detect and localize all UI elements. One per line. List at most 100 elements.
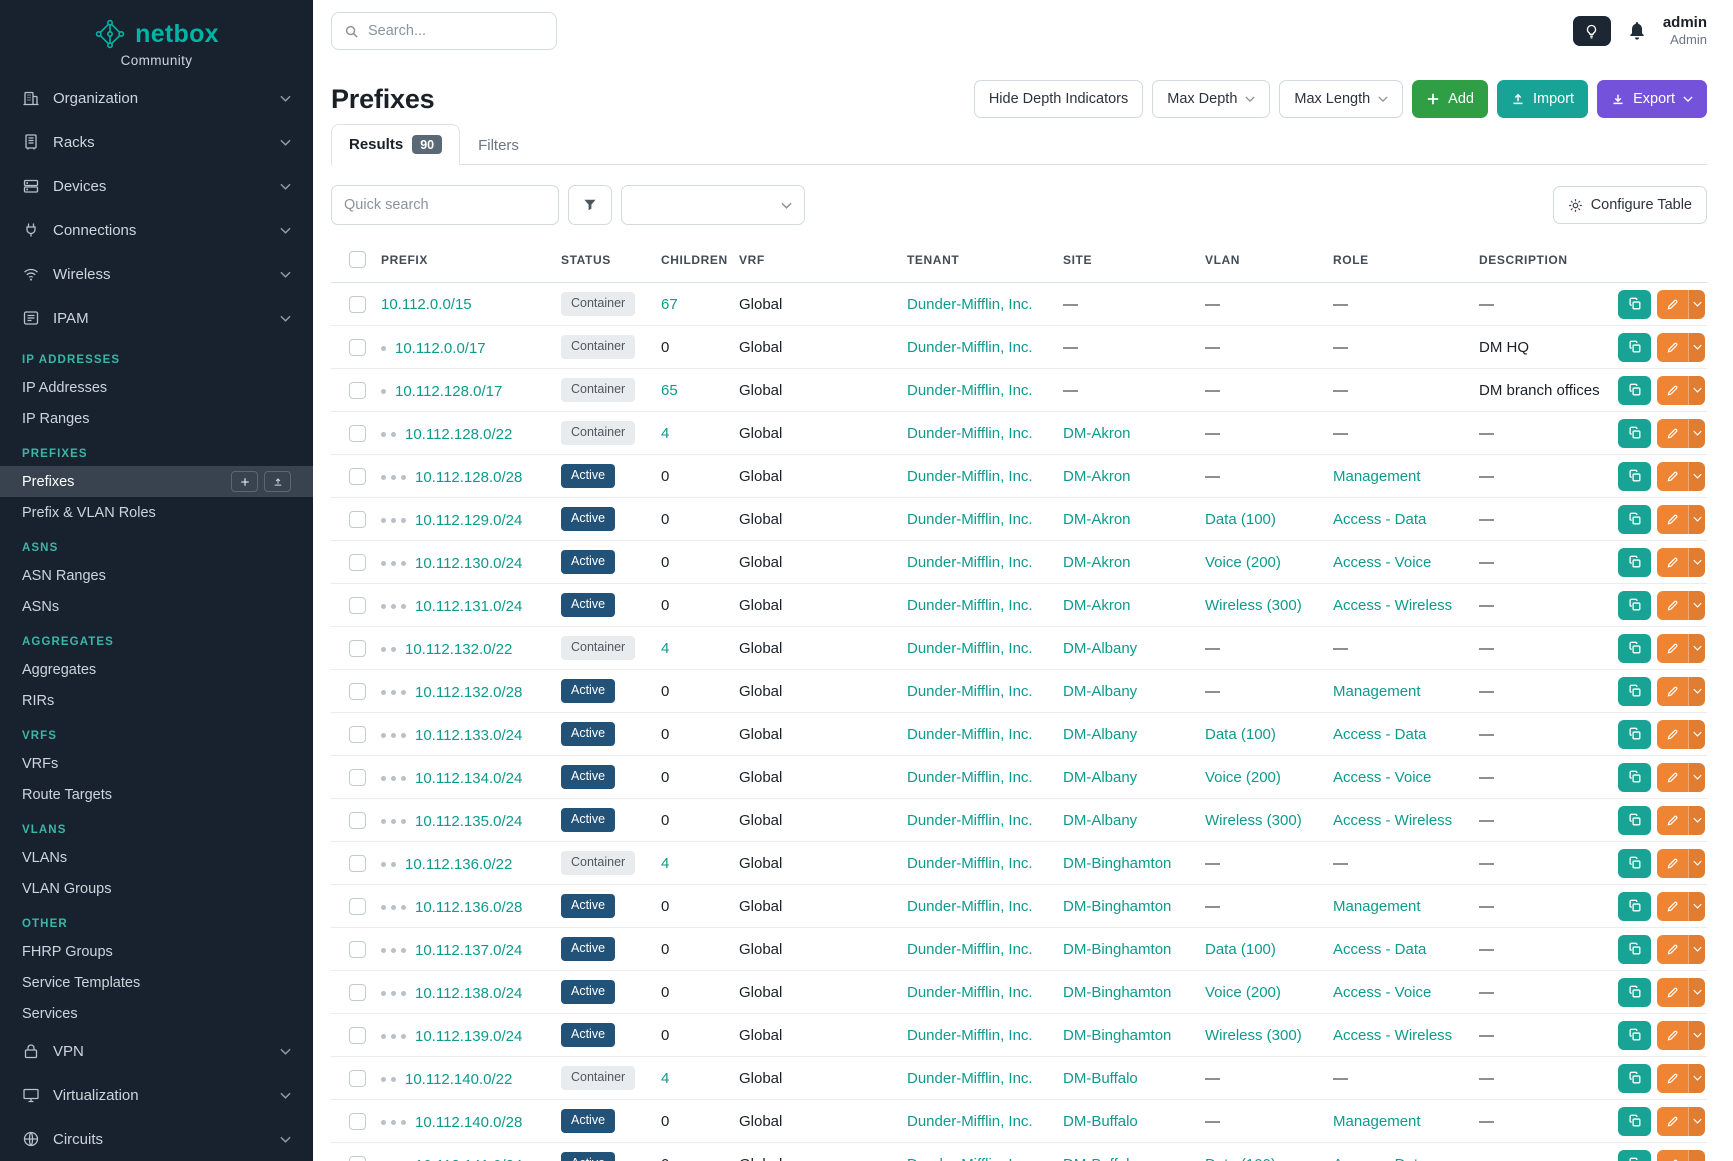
copy-button[interactable] [1618, 849, 1651, 878]
copy-button[interactable] [1618, 1107, 1651, 1136]
sidebar-item-aggregates[interactable]: Aggregates [0, 654, 313, 685]
sidebar-item-services[interactable]: Services [0, 998, 313, 1029]
row-checkbox[interactable] [349, 812, 366, 829]
tenant-link[interactable]: Dunder-Mifflin, Inc. [907, 769, 1033, 786]
prefix-link[interactable]: 10.112.0.0/15 [381, 296, 472, 313]
tenant-link[interactable]: Dunder-Mifflin, Inc. [907, 812, 1033, 829]
copy-button[interactable] [1618, 505, 1651, 534]
site-link[interactable]: DM-Albany [1063, 812, 1137, 829]
sidebar-item-circuits[interactable]: Circuits [0, 1117, 313, 1161]
brand[interactable]: netbox Community [0, 0, 313, 76]
sidebar-item-vlans[interactable]: VLANs [0, 842, 313, 873]
tab-results[interactable]: Results 90 [331, 124, 460, 165]
tenant-link[interactable]: Dunder-Mifflin, Inc. [907, 511, 1033, 528]
tenant-link[interactable]: Dunder-Mifflin, Inc. [907, 554, 1033, 571]
vlan-link[interactable]: Data (100) [1205, 941, 1276, 958]
row-checkbox[interactable] [349, 511, 366, 528]
edit-dropdown-caret[interactable] [1688, 634, 1705, 663]
column-header-role[interactable]: ROLE [1323, 235, 1469, 283]
site-link[interactable]: DM-Binghamton [1063, 941, 1171, 958]
role-link[interactable]: Management [1333, 1113, 1421, 1130]
saved-filter-select[interactable] [621, 185, 805, 225]
tenant-link[interactable]: Dunder-Mifflin, Inc. [907, 640, 1033, 657]
site-link[interactable]: DM-Akron [1063, 425, 1131, 442]
sidebar-item-service-templates[interactable]: Service Templates [0, 967, 313, 998]
theme-toggle-button[interactable] [1573, 16, 1611, 46]
role-link[interactable]: Access - Data [1333, 511, 1426, 528]
role-link[interactable]: Access - Wireless [1333, 1027, 1452, 1044]
column-header-description[interactable]: DESCRIPTION [1469, 235, 1603, 283]
vlan-link[interactable]: Wireless (300) [1205, 1027, 1302, 1044]
tenant-link[interactable]: Dunder-Mifflin, Inc. [907, 1113, 1033, 1130]
copy-button[interactable] [1618, 333, 1651, 362]
children-count-link[interactable]: 4 [661, 425, 669, 442]
sidebar-item-fhrp-groups[interactable]: FHRP Groups [0, 936, 313, 967]
column-header-children[interactable]: CHILDREN [651, 235, 729, 283]
sidebar-item-vlan-groups[interactable]: VLAN Groups [0, 873, 313, 904]
copy-button[interactable] [1618, 806, 1651, 835]
copy-button[interactable] [1618, 763, 1651, 792]
tenant-link[interactable]: Dunder-Mifflin, Inc. [907, 339, 1033, 356]
quick-import-button[interactable] [264, 471, 291, 492]
copy-button[interactable] [1618, 376, 1651, 405]
sidebar-item-prefix-vlan-roles[interactable]: Prefix & VLAN Roles [0, 497, 313, 528]
site-link[interactable]: DM-Buffalo [1063, 1156, 1138, 1161]
prefix-link[interactable]: 10.112.133.0/24 [415, 727, 522, 744]
site-link[interactable]: DM-Binghamton [1063, 855, 1171, 872]
prefix-link[interactable]: 10.112.128.0/17 [395, 383, 502, 400]
configure-table-button[interactable]: Configure Table [1553, 186, 1707, 224]
row-checkbox[interactable] [349, 769, 366, 786]
edit-button[interactable] [1657, 935, 1688, 964]
prefix-link[interactable]: 10.112.132.0/22 [405, 641, 512, 658]
site-link[interactable]: DM-Albany [1063, 769, 1137, 786]
copy-button[interactable] [1618, 419, 1651, 448]
prefix-link[interactable]: 10.112.135.0/24 [415, 813, 522, 830]
global-search-input[interactable] [368, 23, 544, 39]
copy-button[interactable] [1618, 290, 1651, 319]
column-header-tenant[interactable]: TENANT [897, 235, 1053, 283]
row-checkbox[interactable] [349, 296, 366, 313]
vlan-link[interactable]: Voice (200) [1205, 554, 1281, 571]
max-depth-dropdown[interactable]: Max Depth [1152, 80, 1270, 118]
prefix-link[interactable]: 10.112.132.0/28 [415, 684, 522, 701]
export-button[interactable]: Export [1597, 80, 1707, 118]
edit-dropdown-caret[interactable] [1688, 290, 1705, 319]
copy-button[interactable] [1618, 462, 1651, 491]
sidebar-item-organization[interactable]: Organization [0, 76, 313, 120]
prefix-link[interactable]: 10.112.134.0/24 [415, 770, 522, 787]
edit-button[interactable] [1657, 677, 1688, 706]
prefix-link[interactable]: 10.112.0.0/17 [395, 340, 486, 357]
copy-button[interactable] [1618, 978, 1651, 1007]
edit-dropdown-caret[interactable] [1688, 763, 1705, 792]
copy-button[interactable] [1618, 634, 1651, 663]
children-count-link[interactable]: 4 [661, 855, 669, 872]
select-all-checkbox[interactable] [349, 251, 366, 268]
edit-dropdown-caret[interactable] [1688, 1021, 1705, 1050]
user-menu[interactable]: admin Admin [1663, 14, 1707, 48]
edit-dropdown-caret[interactable] [1688, 376, 1705, 405]
row-checkbox[interactable] [349, 640, 366, 657]
tab-filters[interactable]: Filters [460, 126, 537, 165]
tenant-link[interactable]: Dunder-Mifflin, Inc. [907, 1070, 1033, 1087]
row-checkbox[interactable] [349, 425, 366, 442]
prefix-link[interactable]: 10.112.140.0/22 [405, 1071, 512, 1088]
edit-button[interactable] [1657, 1150, 1688, 1161]
vlan-link[interactable]: Data (100) [1205, 726, 1276, 743]
sidebar-item-virtualization[interactable]: Virtualization [0, 1073, 313, 1117]
row-checkbox[interactable] [349, 855, 366, 872]
tenant-link[interactable]: Dunder-Mifflin, Inc. [907, 1156, 1033, 1161]
tenant-link[interactable]: Dunder-Mifflin, Inc. [907, 382, 1033, 399]
children-count-link[interactable]: 67 [661, 296, 678, 313]
edit-button[interactable] [1657, 1064, 1688, 1093]
copy-button[interactable] [1618, 548, 1651, 577]
sidebar-item-racks[interactable]: Racks [0, 120, 313, 164]
prefix-link[interactable]: 10.112.128.0/22 [405, 426, 512, 443]
role-link[interactable]: Management [1333, 898, 1421, 915]
site-link[interactable]: DM-Binghamton [1063, 1027, 1171, 1044]
copy-button[interactable] [1618, 935, 1651, 964]
add-button[interactable]: Add [1412, 80, 1488, 118]
copy-button[interactable] [1618, 591, 1651, 620]
tenant-link[interactable]: Dunder-Mifflin, Inc. [907, 855, 1033, 872]
prefix-link[interactable]: 10.112.129.0/24 [415, 512, 522, 529]
row-checkbox[interactable] [349, 984, 366, 1001]
